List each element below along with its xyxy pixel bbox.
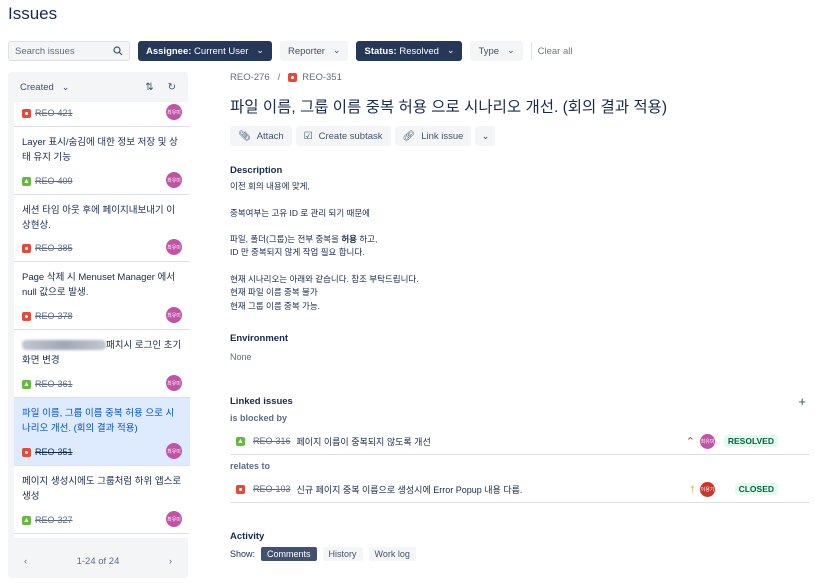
bug-icon: [22, 447, 31, 457]
relation-label: is blocked by: [230, 412, 288, 423]
clear-all-link[interactable]: Clear all: [538, 46, 573, 57]
status-badge: RESOLVED: [723, 435, 778, 448]
search-placeholder: Search issues: [15, 45, 75, 57]
linked-issue-row[interactable]: REO-103 신규 페이지 중복 이름으로 생성시에 Error Popup …: [230, 477, 810, 503]
assignee-filter[interactable]: Assignee: Current User ⌄: [138, 41, 272, 61]
breadcrumb: REO-276 / REO-351: [230, 72, 342, 83]
page-count: 1-24 of 24: [76, 555, 120, 567]
status-filter[interactable]: Status: Resolved ⌄: [356, 41, 463, 61]
environment-value[interactable]: None: [230, 352, 810, 362]
avatar: 최유미: [166, 239, 182, 255]
list-item-selected[interactable]: 파일 이름, 그룹 이름 중복 허용 으로 시나리오 개선. (회의 결과 적용…: [14, 398, 190, 466]
linked-issue-row[interactable]: ▲ REO-316 페이지 이름이 중복되지 않도록 개선 ⌃ 최유미 RESO…: [230, 429, 810, 455]
chevron-down-icon: ⌄: [507, 44, 515, 55]
bug-icon: [22, 243, 31, 253]
list-item[interactable]: REO-421 최유미: [14, 102, 190, 127]
story-icon: ▲: [22, 379, 31, 389]
create-subtask-button[interactable]: ☑ Create subtask: [295, 126, 391, 146]
reporter-filter[interactable]: Reporter ⌄: [279, 41, 349, 61]
avatar: 최유미: [166, 104, 182, 120]
avatar: 최유미: [166, 375, 182, 391]
redacted-text: [22, 340, 106, 351]
link-issue-button[interactable]: 🔗︎ Link issue: [394, 126, 472, 146]
issue-actions: 📎︎ Attach ☑ Create subtask 🔗︎ Link issue ⌄: [230, 126, 810, 146]
tab-history[interactable]: History: [322, 546, 363, 561]
tab-comments[interactable]: Comments: [261, 546, 317, 561]
tab-work-log[interactable]: Work log: [368, 546, 416, 561]
list-item[interactable]: 패치시 로그인 초기 화면 변경 ▲ REO-361 최유미: [14, 330, 190, 398]
chevron-down-icon: ⌄: [446, 44, 455, 55]
search-input[interactable]: Search issues: [8, 41, 130, 61]
bug-icon: [288, 73, 298, 82]
more-actions-button[interactable]: ⌄: [475, 126, 496, 146]
story-icon: ▲: [22, 176, 31, 186]
avatar: 최유미: [166, 172, 182, 188]
bug-icon: [22, 311, 31, 321]
list-item[interactable]: 페이지 생성시에도 그룹처럼 하위 앱스로 생성 ▲ REO-327 최유미: [14, 466, 190, 534]
bug-icon: [22, 108, 31, 118]
avatar: 이용기: [700, 481, 715, 497]
linked-issues-heading: Linked issues: [230, 395, 293, 407]
list-header: Created ⌄ ⇅ ↻: [8, 72, 188, 102]
page-title: Issues: [8, 4, 58, 23]
chevron-down-icon: ⌄: [332, 44, 341, 55]
divider: [530, 42, 532, 60]
issue-key-link[interactable]: REO-351: [302, 72, 342, 83]
chevron-down-icon: ⌄: [256, 44, 264, 55]
priority-high-icon: ↑: [689, 483, 696, 496]
environment-heading: Environment: [230, 332, 289, 344]
chevron-right-icon[interactable]: ›: [169, 556, 172, 567]
activity-heading: Activity: [230, 530, 265, 542]
activity-tabs: Show: Comments History Work log: [230, 546, 810, 561]
list-item[interactable]: Page 삭제 시 Menuset Manager 에서 null 값으로 발생…: [14, 262, 190, 330]
avatar: 최유미: [166, 511, 182, 527]
bug-icon: [236, 484, 245, 494]
avatar: 최유미: [700, 433, 715, 449]
chevron-down-icon: ⌄: [61, 81, 70, 92]
relation-label: relates to: [230, 460, 271, 471]
issue-list: REO-421 최유미 Layer 표시/숨김에 대한 정보 저장 및 상태 유…: [14, 102, 190, 538]
refresh-icon[interactable]: ↻: [168, 82, 176, 93]
issue-detail: REO-276 / REO-351 파일 이름, 그룹 이름 중복 허용 으로 …: [230, 72, 810, 561]
chevron-down-icon: ⌄: [481, 130, 490, 142]
avatar: 최유미: [166, 307, 182, 323]
search-icon: [113, 46, 123, 56]
description-body[interactable]: 이전 회의 내용에 맞게, 중복여부는 고유 ID 로 관리 되기 때문에 파일…: [230, 180, 810, 313]
chevron-left-icon[interactable]: ‹: [24, 556, 27, 567]
paperclip-icon: 📎︎: [238, 130, 251, 142]
list-item[interactable]: Layer 표시/숨김에 대한 정보 저장 및 상태 유지 기능 ▲ REO-40…: [14, 127, 190, 195]
list-item[interactable]: 세션 타임 아웃 후에 페이지내보내기 이상현상. REO-385 최유미: [14, 195, 190, 262]
add-link-icon[interactable]: +: [798, 394, 806, 409]
type-filter[interactable]: Type ⌄: [470, 41, 523, 61]
parent-issue-link[interactable]: REO-276: [230, 72, 270, 83]
sort-order-icon[interactable]: ⇅: [145, 82, 153, 93]
link-icon: 🔗︎: [402, 130, 416, 142]
avatar: 최유미: [166, 443, 182, 459]
attach-button[interactable]: 📎︎ Attach: [230, 126, 292, 146]
pagination: ‹ 1-24 of 24 ›: [8, 550, 188, 572]
issue-title[interactable]: 파일 이름, 그룹 이름 중복 허용 으로 시나리오 개선. (회의 결과 적용…: [230, 95, 810, 117]
filter-bar: Search issues Assignee: Current User ⌄ Re…: [8, 40, 573, 62]
description-heading: Description: [230, 165, 283, 176]
subtask-icon: ☑: [303, 130, 313, 142]
priority-highest-icon: ⌃: [685, 435, 695, 448]
story-icon: ▲: [22, 515, 31, 525]
issue-list-panel: Created ⌄ ⇅ ↻ REO-421 최유미 Layer 표시/숨김에 대…: [8, 72, 190, 578]
status-badge: CLOSED: [734, 483, 778, 496]
story-icon: ▲: [236, 436, 245, 446]
sort-dropdown[interactable]: Created ⌄: [20, 82, 69, 93]
